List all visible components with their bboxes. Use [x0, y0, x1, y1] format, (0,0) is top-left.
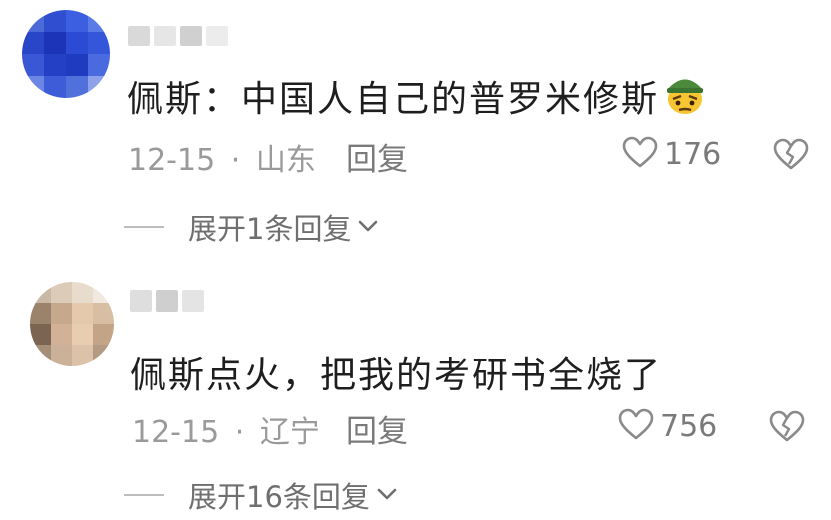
meta-separator: · [230, 143, 241, 178]
dislike-button[interactable] [773, 138, 809, 174]
comment-text: 佩斯：中国人自己的普罗米修斯 [127, 70, 707, 126]
like-button[interactable]: 756 [618, 408, 717, 444]
dislike-button[interactable] [769, 410, 805, 446]
comment-date: 12-15 [128, 143, 216, 178]
like-count: 176 [664, 136, 722, 172]
comment-item: 佩斯：中国人自己的普罗米修斯 12-15 · 山东 回复 176 展开1条回复 [0, 0, 831, 265]
comment-text: 佩斯点火，把我的考研书全烧了 [130, 346, 662, 398]
chevron-down-icon [376, 486, 398, 505]
like-button[interactable]: 176 [622, 136, 721, 172]
meta-separator: · [234, 415, 245, 450]
expand-replies-label: 展开16条回复 [188, 480, 370, 514]
comment-item: 佩斯点火，把我的考研书全烧了 12-15 · 辽宁 回复 756 展开16条回复 [0, 268, 831, 520]
avatar[interactable] [30, 282, 114, 366]
expand-replies[interactable]: 展开16条回复 [124, 474, 398, 516]
heart-outline-icon [622, 136, 658, 172]
divider-dash [124, 226, 164, 228]
username-blurred[interactable] [130, 290, 204, 312]
pensive-soldier-emoji-icon [663, 73, 707, 126]
comment-date: 12-15 [132, 415, 220, 450]
comment-location: 辽宁 [259, 415, 320, 450]
comment-location: 山东 [255, 143, 316, 178]
username-blurred[interactable] [128, 26, 228, 46]
broken-heart-icon [769, 410, 805, 446]
reply-button[interactable]: 回复 [346, 406, 408, 451]
expand-replies-label: 展开1条回复 [188, 212, 352, 246]
broken-heart-icon [773, 138, 809, 174]
chevron-down-icon [357, 218, 379, 237]
heart-outline-icon [618, 408, 654, 444]
comment-text-body: 佩斯点火，把我的考研书全烧了 [130, 355, 663, 396]
like-count: 756 [660, 408, 718, 444]
avatar[interactable] [22, 10, 110, 98]
comment-meta: 12-15 · 辽宁 [132, 407, 320, 451]
expand-replies[interactable]: 展开1条回复 [124, 206, 379, 248]
divider-dash [124, 494, 164, 496]
comment-meta: 12-15 · 山东 [128, 135, 316, 179]
reply-button[interactable]: 回复 [346, 134, 408, 179]
comment-text-body: 佩斯：中国人自己的普罗米修斯 [127, 79, 660, 120]
